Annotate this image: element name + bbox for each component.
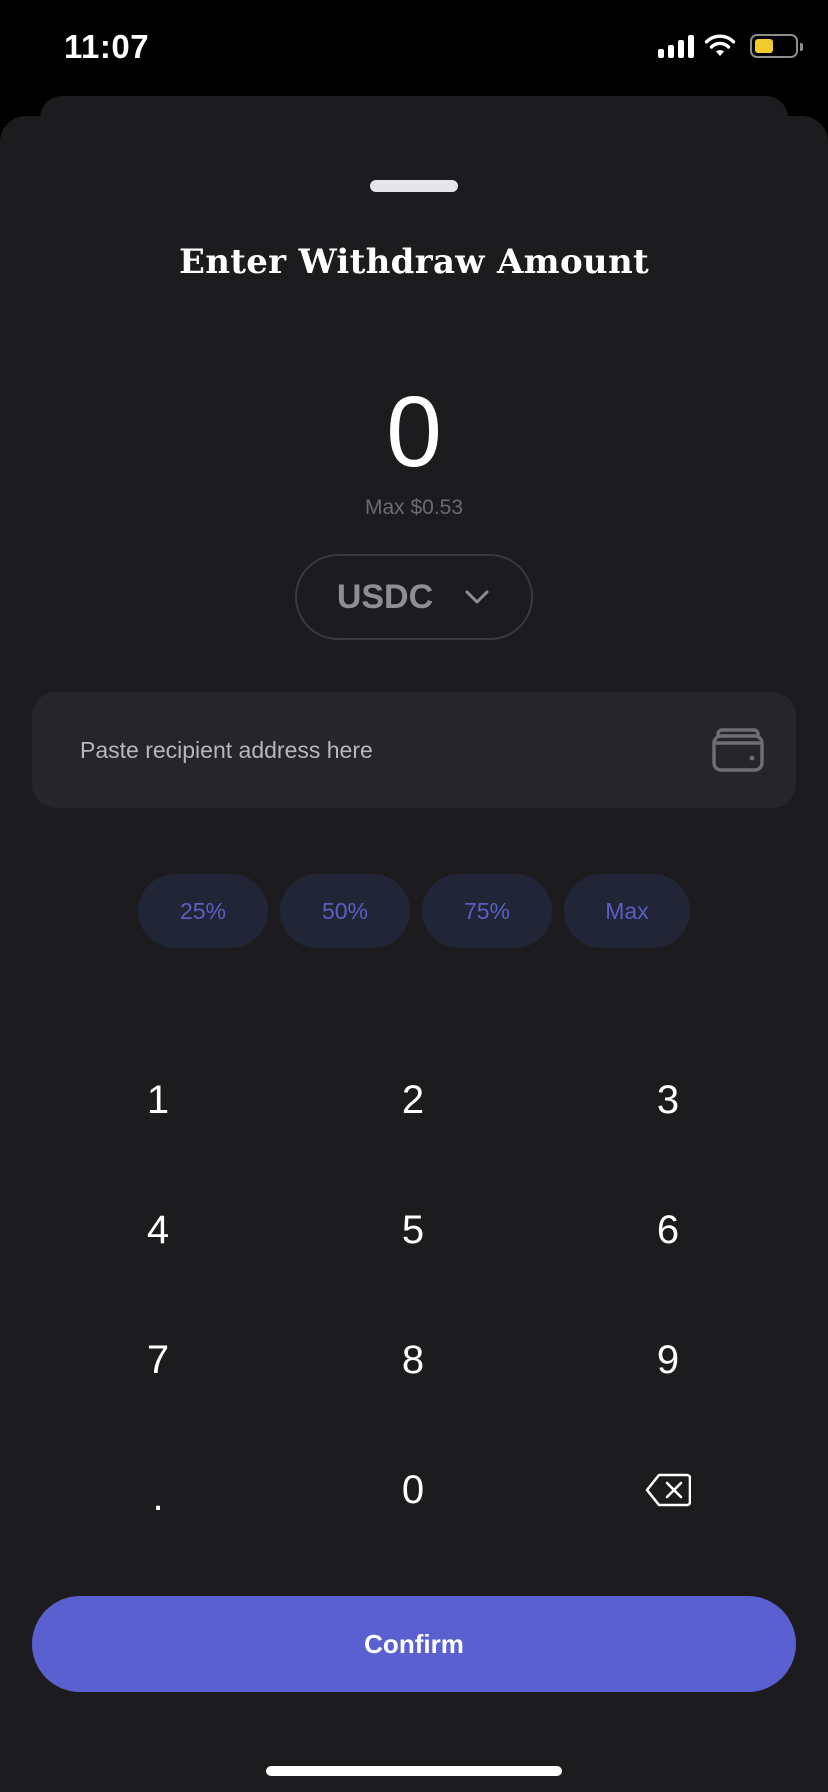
recipient-address-input[interactable]: [80, 692, 660, 808]
battery-icon: [750, 34, 803, 58]
recipient-address-field: [32, 692, 796, 808]
quick-amount-25-button[interactable]: 25%: [138, 874, 268, 948]
key-8[interactable]: 8: [313, 1310, 513, 1410]
backspace-icon: [645, 1473, 691, 1507]
amount-display: 0: [386, 376, 442, 488]
withdraw-sheet: Enter Withdraw Amount 0 Max $0.53 USDC 2…: [0, 116, 828, 1792]
key-backspace[interactable]: [568, 1440, 768, 1540]
status-bar: 11:07: [0, 0, 828, 100]
wifi-icon: [704, 34, 736, 56]
wallet-icon[interactable]: [712, 728, 764, 772]
home-indicator: [266, 1766, 562, 1776]
key-decimal[interactable]: .: [58, 1440, 258, 1540]
status-time: 11:07: [64, 28, 150, 65]
key-5[interactable]: 5: [313, 1180, 513, 1280]
withdraw-screen: 11:07 Enter Withdraw Amount 0 Max $0.53 …: [0, 0, 828, 1792]
key-2[interactable]: 2: [313, 1050, 513, 1150]
token-label: USDC: [336, 577, 434, 616]
key-4[interactable]: 4: [58, 1180, 258, 1280]
chevron-down-icon: [465, 590, 489, 604]
status-icons: [658, 34, 803, 58]
sheet-title: Enter Withdraw Amount: [179, 242, 649, 282]
quick-amount-75-button[interactable]: 75%: [422, 874, 552, 948]
cellular-signal-icon: [658, 34, 694, 58]
key-0[interactable]: 0: [313, 1440, 513, 1540]
confirm-button[interactable]: Confirm: [32, 1596, 796, 1692]
quick-amount-row: 25% 50% 75% Max: [138, 874, 690, 948]
max-amount-hint: Max $0.53: [364, 496, 464, 519]
quick-amount-50-button[interactable]: 50%: [280, 874, 410, 948]
sheet-grabber[interactable]: [370, 180, 458, 192]
token-selector[interactable]: USDC: [295, 554, 533, 640]
key-6[interactable]: 6: [568, 1180, 768, 1280]
quick-amount-max-button[interactable]: Max: [564, 874, 690, 948]
key-3[interactable]: 3: [568, 1050, 768, 1150]
key-9[interactable]: 9: [568, 1310, 768, 1410]
key-7[interactable]: 7: [58, 1310, 258, 1410]
battery-level: [755, 39, 773, 53]
key-1[interactable]: 1: [58, 1050, 258, 1150]
